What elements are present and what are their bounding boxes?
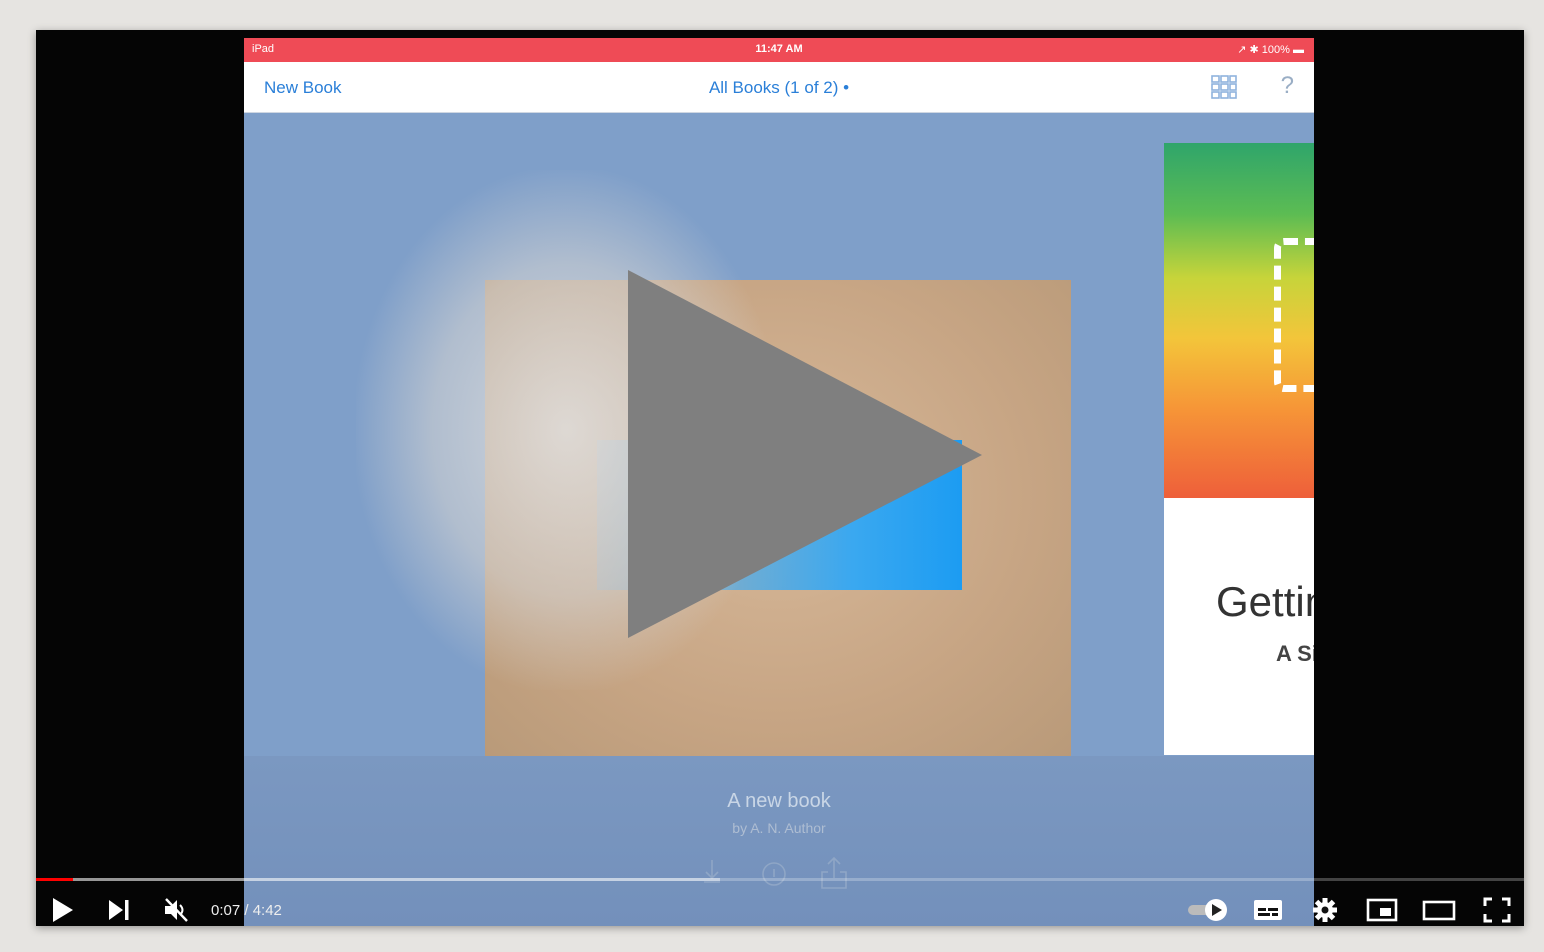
time-display: 0:07 / 4:42 [211, 902, 282, 919]
miniplayer-icon[interactable] [1366, 896, 1398, 924]
status-battery: ↗ ✱ 100% ▬ [1237, 44, 1304, 56]
autoplay-toggle-icon[interactable] [1186, 896, 1230, 924]
settings-icon[interactable] [1310, 896, 1340, 924]
big-play-icon[interactable] [626, 270, 986, 640]
progress-played [36, 878, 74, 881]
subtitles-icon[interactable] [1252, 896, 1284, 924]
mute-icon[interactable] [162, 896, 190, 924]
progress-buffered [36, 878, 721, 881]
theater-icon[interactable] [1422, 896, 1456, 924]
player-controls: 0:07 / 4:42 [36, 886, 1524, 926]
help-icon[interactable]: ? [1281, 72, 1294, 100]
book-author: by A. N. Author [732, 820, 826, 836]
side-book-subtitle: A Si [1276, 641, 1314, 666]
status-time: 11:47 AM [755, 43, 803, 55]
book-title: A new book [727, 790, 831, 812]
side-book-art [1164, 143, 1314, 498]
side-book-title: Gettin [1216, 578, 1314, 625]
video-player[interactable]: iPad 11:47 AM ↗ ✱ 100% ▬ New Book All Bo… [36, 30, 1524, 926]
progress-bar[interactable] [36, 876, 1524, 882]
next-icon[interactable] [106, 896, 132, 924]
app-nav-bar: New Book All Books (1 of 2) • ? [244, 62, 1314, 113]
play-icon[interactable] [50, 896, 76, 924]
fullscreen-icon[interactable] [1482, 896, 1512, 924]
side-book-cover[interactable]: Gettin A Si [1164, 143, 1314, 755]
book-creator-logo [1274, 238, 1314, 392]
grid-icon[interactable] [1210, 74, 1238, 100]
share-icon [821, 856, 847, 889]
ipad-status-bar: iPad 11:47 AM ↗ ✱ 100% ▬ [244, 38, 1314, 62]
all-books-dropdown[interactable]: All Books (1 of 2) • [244, 78, 1314, 98]
